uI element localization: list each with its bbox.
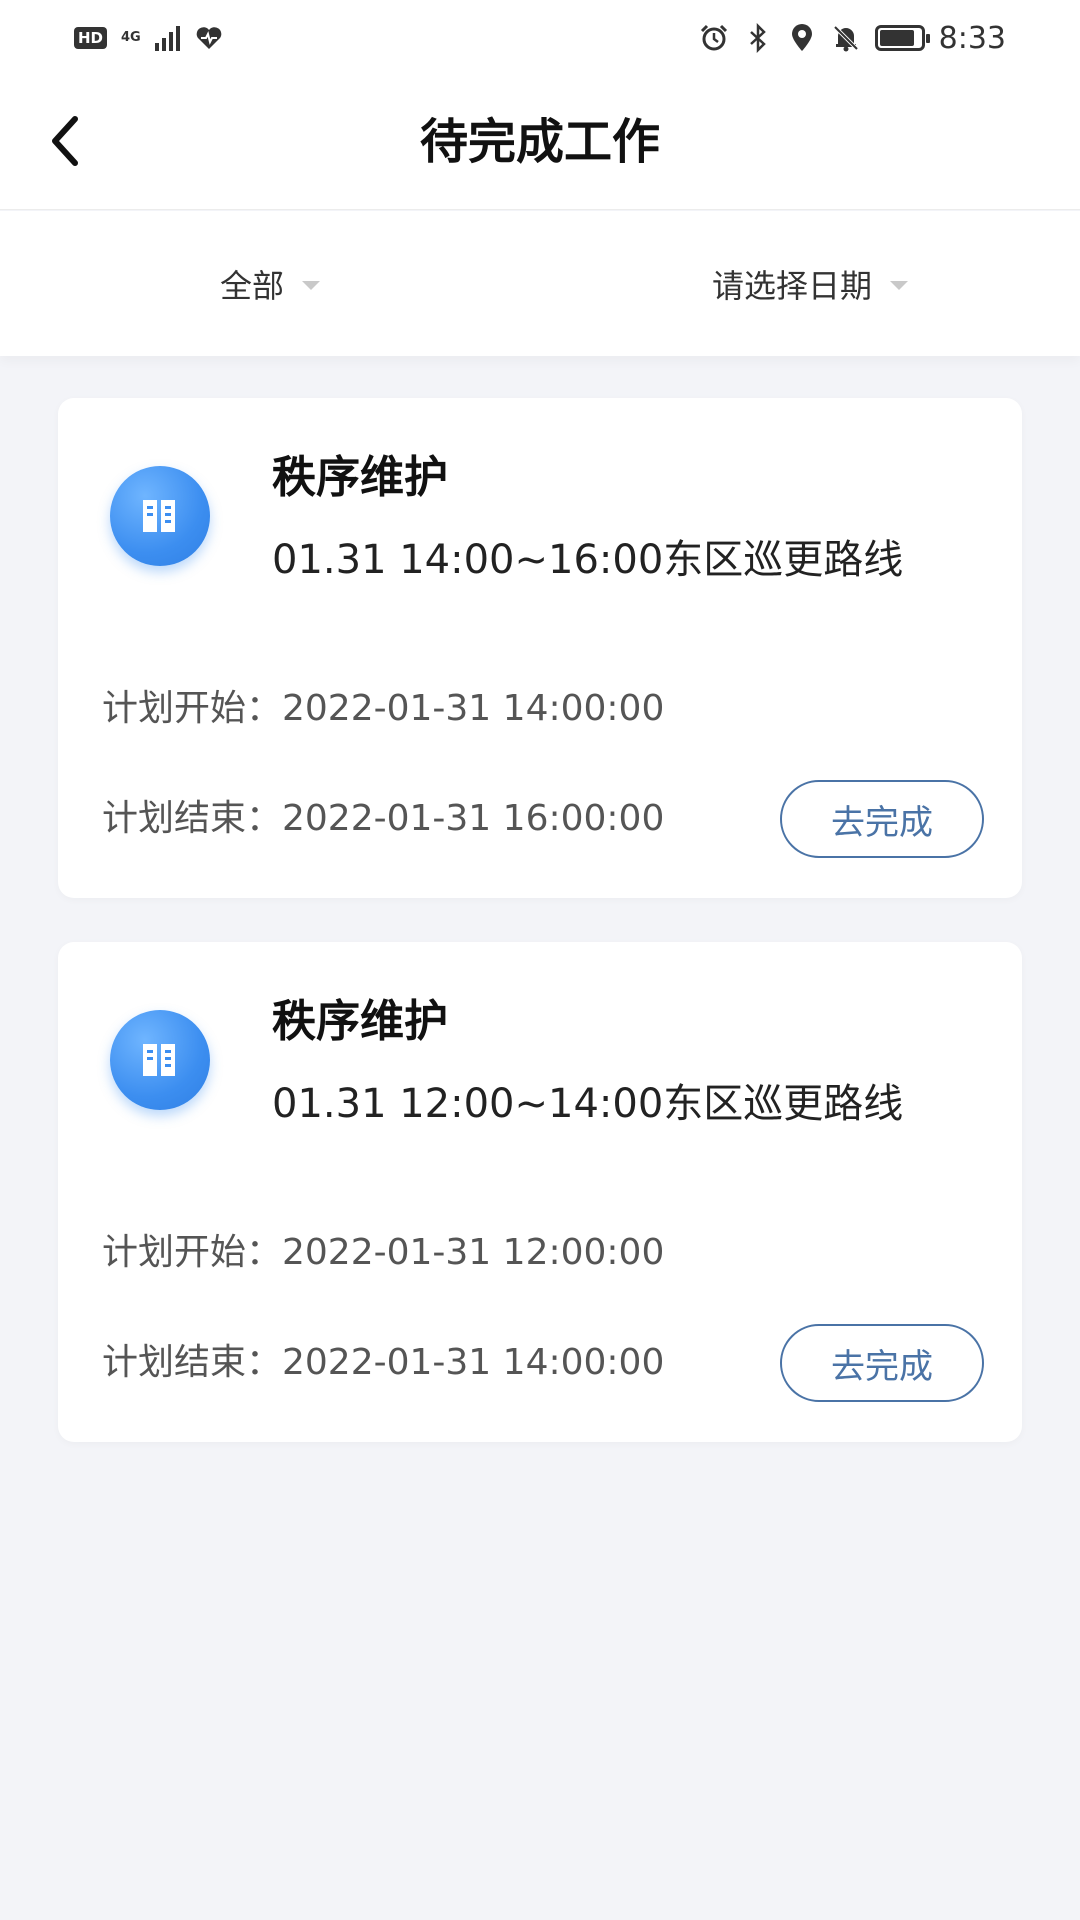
filter-bar: 全部 请选择日期 (0, 211, 1080, 356)
status-left: HD 4G (74, 23, 224, 53)
status-bar: HD 4G 8:33 (0, 0, 1080, 76)
mute-bell-icon (833, 25, 859, 52)
task-card[interactable]: 秩序维护 01.31 12:00~14:00东区巡更路线 计划开始：2022-0… (58, 942, 1022, 1442)
planned-end: 计划结束：2022-01-31 14:00:00 (102, 1342, 665, 1383)
planned-start: 计划开始：2022-01-31 14:00:00 (102, 688, 665, 729)
battery-fill (879, 30, 914, 46)
signal-icon (154, 25, 180, 51)
building-icon (110, 466, 210, 566)
task-route: 01.31 14:00~16:00东区巡更路线 (272, 537, 904, 583)
status-right: 8:33 (699, 21, 1006, 56)
status-time: 8:33 (938, 20, 1006, 56)
network-type: 4G (121, 30, 141, 45)
complete-button[interactable]: 去完成 (780, 1324, 984, 1402)
caret-down-icon (302, 281, 320, 290)
nav-bar: 待完成工作 (0, 76, 1080, 210)
complete-button[interactable]: 去完成 (780, 780, 984, 858)
network-label: 4G (121, 30, 141, 45)
date-filter-dropdown[interactable]: 请选择日期 (540, 211, 1080, 356)
bluetooth-icon (749, 23, 766, 53)
battery-icon (874, 25, 930, 51)
hd-badge: HD (74, 27, 108, 49)
task-route: 01.31 12:00~14:00东区巡更路线 (272, 1081, 904, 1127)
task-title: 秩序维护 (272, 452, 448, 503)
page-title: 待完成工作 (419, 114, 660, 170)
building-icon (110, 1010, 210, 1110)
task-list: 秩序维护 01.31 14:00~16:00东区巡更路线 计划开始：2022-0… (58, 398, 1022, 1486)
planned-end: 计划结束：2022-01-31 16:00:00 (102, 798, 665, 839)
task-card[interactable]: 秩序维护 01.31 14:00~16:00东区巡更路线 计划开始：2022-0… (58, 398, 1022, 898)
location-icon (791, 24, 812, 51)
task-title: 秩序维护 (272, 996, 448, 1047)
type-filter-dropdown[interactable]: 全部 (0, 211, 540, 356)
alarm-icon (700, 24, 727, 51)
date-filter-label: 请选择日期 (711, 266, 872, 305)
health-heart-icon (196, 27, 222, 49)
screen: HD 4G 8:33 待完成工作 全部 请选择日期 秩序维护 01.31 14:… (0, 0, 1080, 1920)
planned-start: 计划开始：2022-01-31 12:00:00 (102, 1232, 665, 1273)
type-filter-label: 全部 (219, 266, 284, 305)
caret-down-icon (890, 281, 908, 290)
